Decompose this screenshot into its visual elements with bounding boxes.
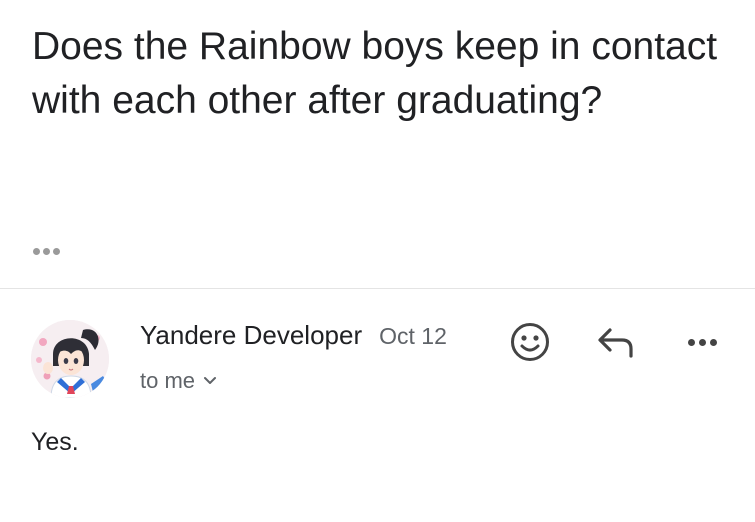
reply-arrow-icon xyxy=(598,328,633,358)
dot xyxy=(53,248,60,255)
chevron-down-icon xyxy=(204,377,217,384)
add-reaction-button[interactable] xyxy=(508,320,552,364)
sender-header: Yandere Developer Oct 12 xyxy=(140,320,447,351)
sender-name[interactable]: Yandere Developer xyxy=(140,320,362,351)
sender-avatar[interactable] xyxy=(31,320,109,398)
avatar-image xyxy=(31,320,109,398)
message-body: Yes. xyxy=(31,428,79,456)
message-date: Oct 12 xyxy=(379,323,447,349)
smiley-face-icon xyxy=(511,323,549,361)
dot xyxy=(33,248,40,255)
dot xyxy=(43,248,50,255)
more-options-button[interactable] xyxy=(680,322,724,362)
email-subject: Does the Rainbow boys keep in contact wi… xyxy=(32,25,718,122)
recipient-label: to me xyxy=(140,368,196,393)
reply-button[interactable] xyxy=(594,322,638,362)
recipient-details-toggle[interactable]: to me xyxy=(140,368,217,394)
collapsed-messages-button[interactable] xyxy=(33,248,60,255)
message-divider xyxy=(0,288,755,289)
more-horizontal-icon xyxy=(687,338,717,346)
